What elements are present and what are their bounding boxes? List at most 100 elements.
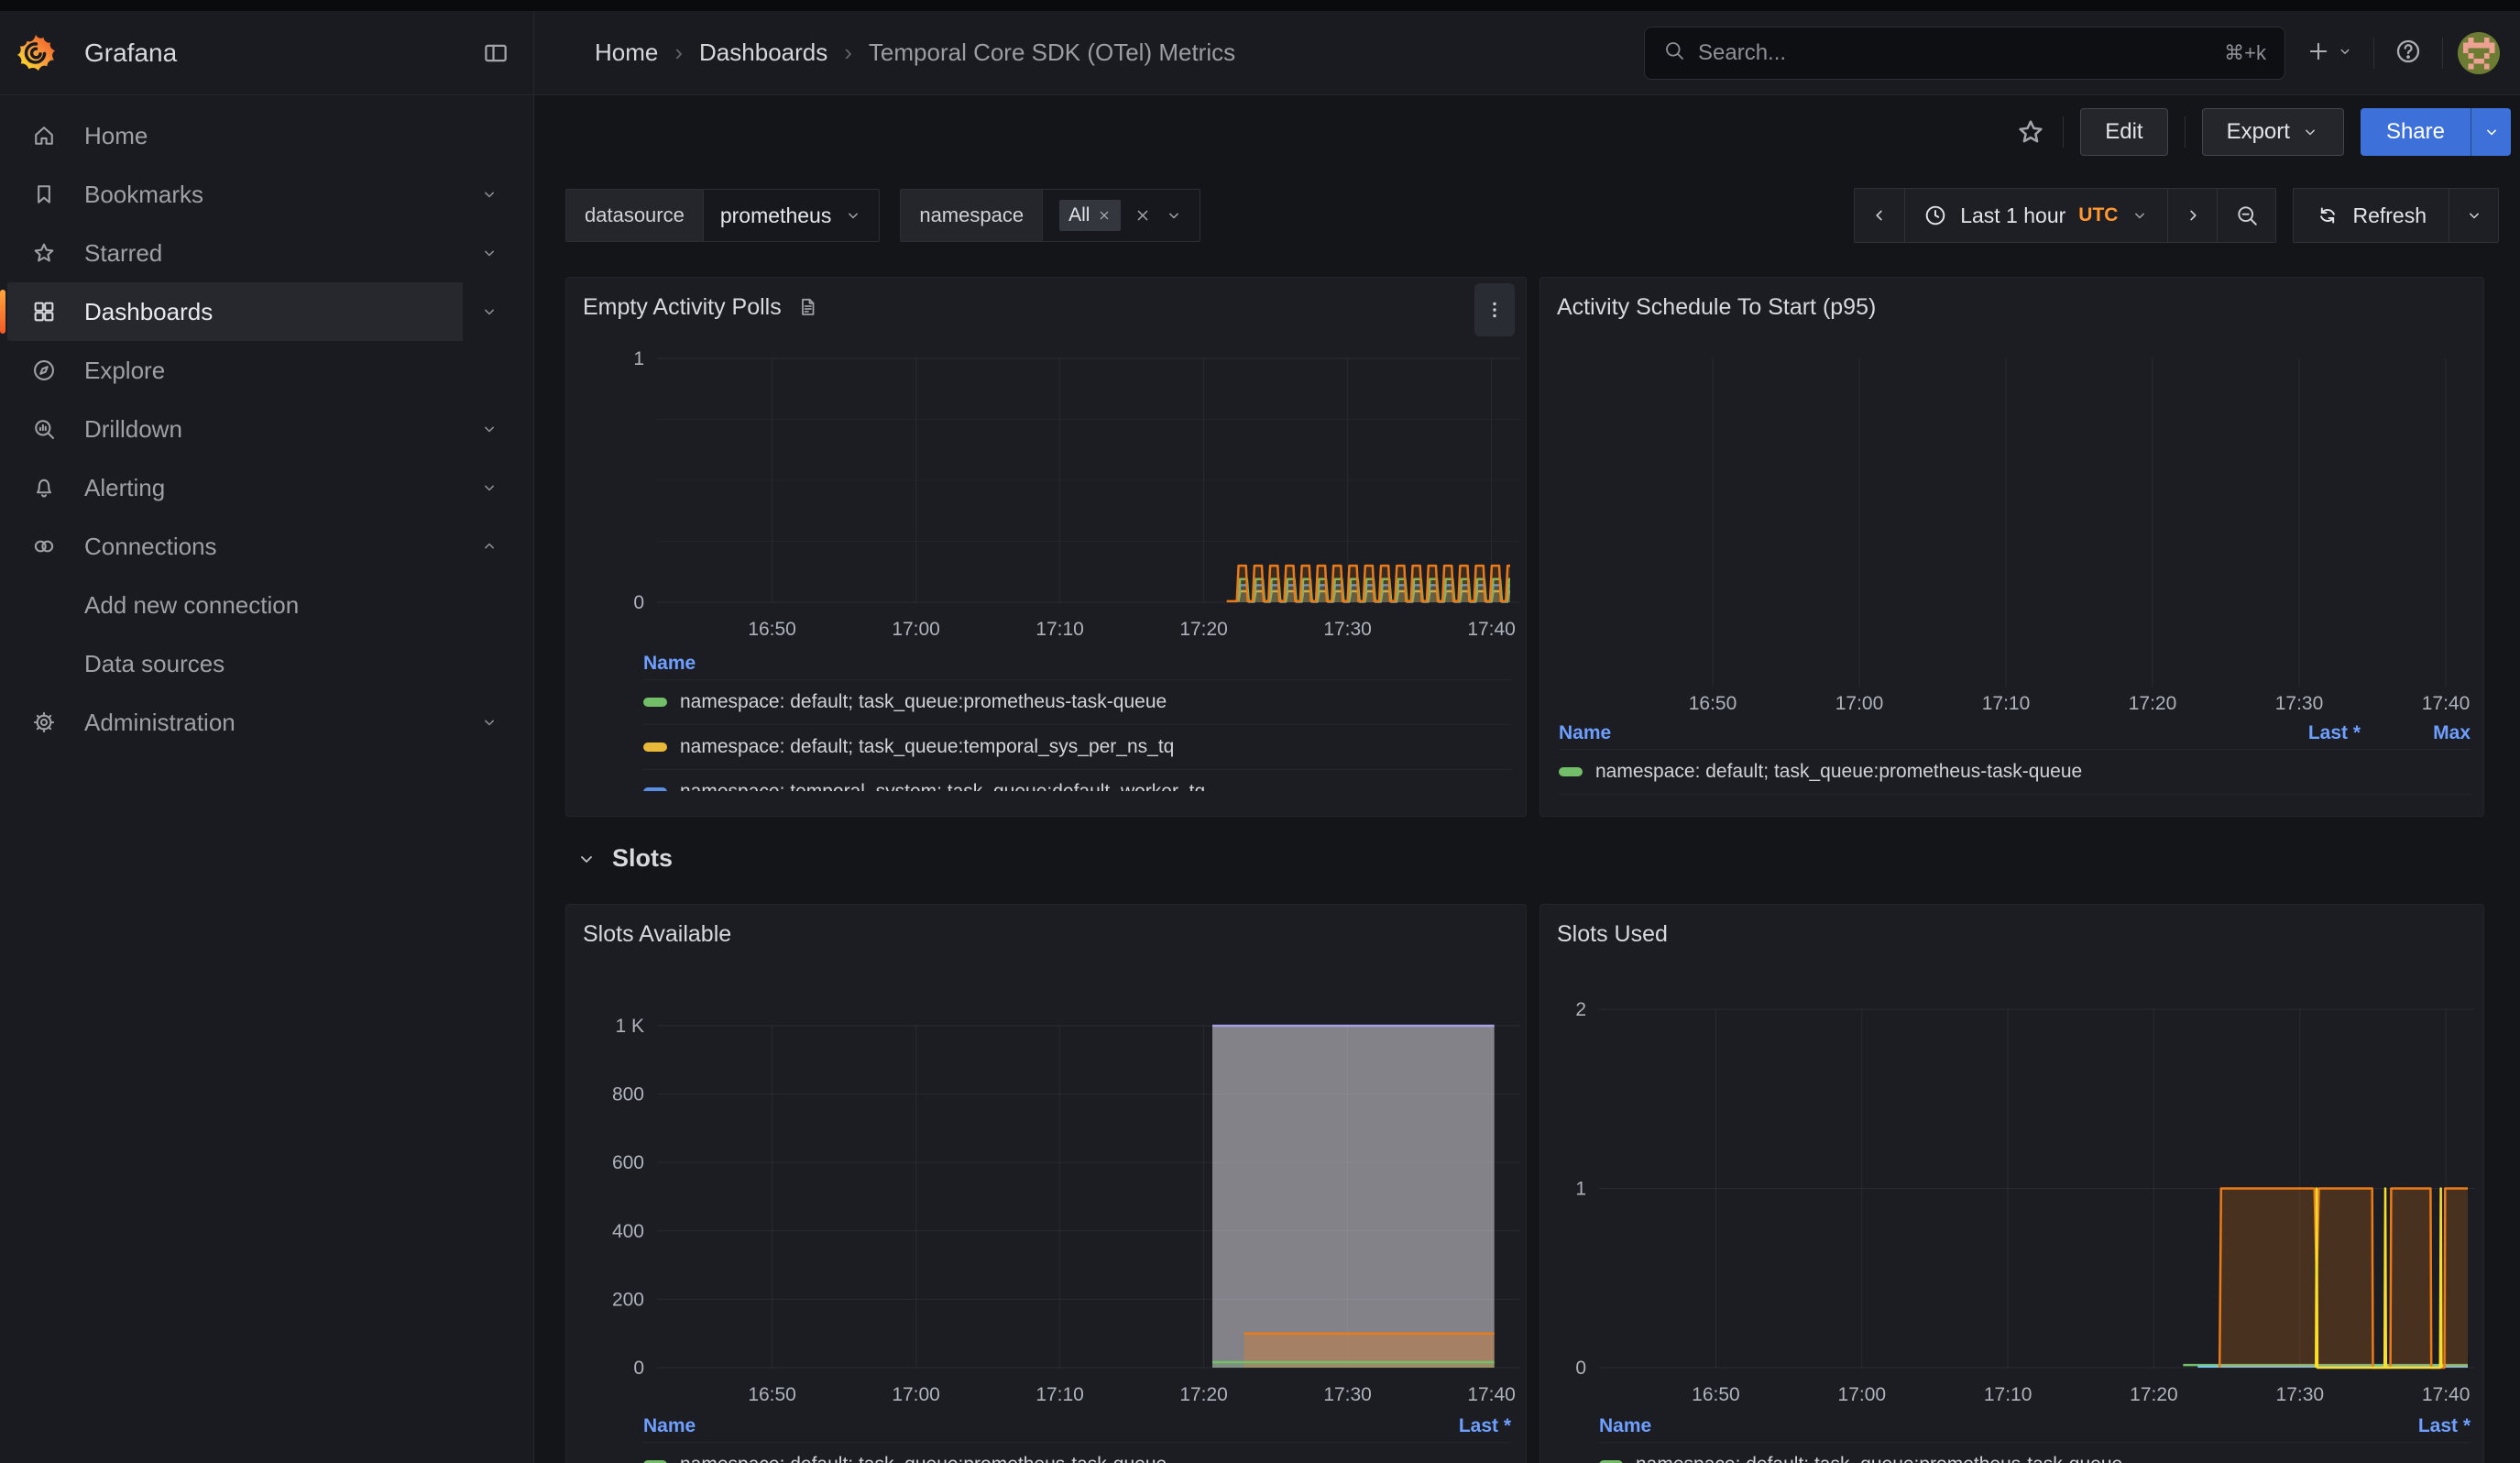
legend-rows: namespace: default; task_queue:prometheu… [1599, 1442, 2471, 1463]
legend-row[interactable]: namespace: temporal_system; task_queue:d… [643, 769, 1511, 791]
panel-description-icon[interactable] [796, 296, 818, 318]
favorite-star-button[interactable] [2015, 116, 2046, 148]
datasource-variable: datasource prometheus [565, 189, 880, 242]
time-range-group: Last 1 hour UTC [1854, 188, 2276, 243]
sidebar-item-add-new-connection[interactable]: Add new connection [7, 576, 526, 634]
chip-remove-icon[interactable] [1097, 208, 1112, 223]
breadcrumb-dashboards[interactable]: Dashboards [699, 38, 827, 67]
svg-text:0: 0 [633, 1358, 644, 1379]
window-top-strip [0, 0, 2520, 11]
legend-row[interactable]: namespace: default; task_queue:temporal_… [643, 724, 1511, 769]
legend-series-name[interactable]: namespace: default; task_queue:prometheu… [1636, 1454, 2122, 1463]
chevron-down-icon [480, 244, 499, 262]
legend-column-name[interactable]: Name [1559, 722, 2223, 744]
slots-section-toggle[interactable]: Slots [575, 844, 673, 873]
sidebar-item-label: Data sources [84, 650, 526, 678]
panel-header[interactable]: Activity Schedule To Start (p95) [1540, 278, 2483, 336]
divider [2442, 38, 2443, 69]
legend-row[interactable]: namespace: default; task_queue:prometheu… [1559, 749, 2471, 795]
variables-bar: datasource prometheus namespace All [565, 189, 2499, 242]
time-range-label: Last 1 hour [1960, 204, 2065, 228]
legend-swatch [643, 742, 667, 752]
panel-slots-used: Slots Used 16:5017:0017:1017:2017:3017:4… [1539, 904, 2484, 1463]
legend-series-name[interactable]: namespace: temporal_system; task_queue:d… [680, 781, 1205, 791]
panel-header[interactable]: Slots Available [566, 905, 1526, 963]
sidebar-item-starred[interactable]: Starred [7, 224, 526, 282]
legend-swatch [1559, 767, 1583, 776]
namespace-select[interactable]: All [1043, 190, 1200, 241]
legend-rows: namespace: default; task_queue:prometheu… [1559, 749, 2471, 795]
legend-column-max[interactable]: Max [2361, 722, 2471, 744]
svg-text:17:00: 17:00 [1835, 693, 1884, 714]
panel-header[interactable]: Empty Activity Polls [566, 278, 1526, 336]
svg-text:17:10: 17:10 [1982, 693, 2031, 714]
panel-header[interactable]: Slots Used [1540, 905, 2483, 963]
sidebar-item-data-sources[interactable]: Data sources [7, 634, 526, 693]
time-shift-back-button[interactable] [1855, 189, 1904, 242]
legend-column-name[interactable]: Name [1599, 1415, 2333, 1437]
panel-title: Activity Schedule To Start (p95) [1557, 294, 1876, 321]
sidebar-item-connections[interactable]: Connections [7, 517, 526, 576]
legend-column-last-[interactable]: Last * [2223, 722, 2361, 744]
svg-text:1: 1 [633, 348, 644, 369]
sidebar-item-explore[interactable]: Explore [7, 341, 526, 400]
edit-button[interactable]: Edit [2080, 108, 2167, 156]
legend-series-name[interactable]: namespace: default; task_queue:prometheu… [680, 691, 1167, 713]
svg-text:2: 2 [1575, 999, 1586, 1020]
sidebar-item-label: Connections [84, 533, 480, 561]
legend-series-name[interactable]: namespace: default; task_queue:prometheu… [1595, 761, 2082, 783]
namespace-chip[interactable]: All [1059, 200, 1121, 231]
brand-area: Grafana [0, 11, 534, 94]
grafana-logo-icon[interactable] [15, 32, 57, 74]
legend-swatch [643, 698, 667, 707]
zoom-out-button[interactable] [2217, 189, 2275, 242]
legend-column-last-[interactable]: Last * [2333, 1415, 2471, 1437]
help-button[interactable] [2389, 32, 2427, 73]
add-button[interactable] [2300, 33, 2359, 72]
section-title: Slots [612, 844, 673, 873]
legend-row[interactable]: namespace: default; task_queue:prometheu… [643, 679, 1511, 724]
legend-series-name[interactable]: namespace: default; task_queue:prometheu… [680, 1454, 1167, 1463]
sidebar-item-home[interactable]: Home [7, 106, 526, 165]
legend-row[interactable]: namespace: default; task_queue:prometheu… [1599, 1442, 2471, 1463]
refresh-button[interactable]: Refresh [2294, 189, 2449, 242]
sidebar-item-bookmarks[interactable]: Bookmarks [7, 165, 526, 224]
time-series-plot[interactable]: 16:5017:0017:1017:2017:3017:400200400600… [566, 905, 1526, 1463]
time-shift-forward-button[interactable] [2167, 189, 2217, 242]
legend-column-last-[interactable]: Last * [1374, 1415, 1511, 1437]
sidebar-collapse-icon[interactable] [482, 39, 509, 67]
legend-series-name[interactable]: namespace: default; task_queue:temporal_… [680, 736, 1174, 758]
svg-text:400: 400 [612, 1221, 644, 1242]
legend-row[interactable]: namespace: default; task_queue:prometheu… [643, 1442, 1511, 1463]
time-series-plot[interactable]: 16:5017:0017:1017:2017:3017:40012 [1540, 905, 2483, 1463]
plus-icon [2306, 38, 2331, 67]
drilldown-icon [31, 416, 59, 442]
sidebar-item-administration[interactable]: Administration [7, 693, 526, 752]
svg-text:17:40: 17:40 [1467, 619, 1516, 640]
search-input[interactable]: Search... ⌘+k [1644, 27, 2285, 80]
sidebar-item-alerting[interactable]: Alerting [7, 458, 526, 517]
svg-text:17:20: 17:20 [1179, 619, 1228, 640]
sidebar-item-label: Home [84, 122, 526, 150]
sidebar-item-dashboards[interactable]: Dashboards [7, 282, 526, 341]
panel-menu-button[interactable] [1474, 283, 1515, 336]
time-range-button[interactable]: Last 1 hour UTC [1904, 189, 2167, 242]
avatar[interactable] [2458, 32, 2500, 74]
export-button[interactable]: Export [2202, 108, 2344, 156]
share-button[interactable]: Share [2361, 108, 2471, 156]
svg-text:17:10: 17:10 [1984, 1384, 2032, 1405]
share-dropdown-button[interactable] [2471, 108, 2511, 156]
legend-column-name[interactable]: Name [643, 1415, 1374, 1437]
clear-selection-icon[interactable] [1134, 206, 1152, 225]
refresh-interval-button[interactable] [2449, 189, 2498, 242]
svg-text:17:20: 17:20 [2129, 693, 2177, 714]
time-controls: Last 1 hour UTC Refresh [1854, 188, 2499, 243]
breadcrumb-home[interactable]: Home [595, 38, 658, 67]
datasource-select[interactable]: prometheus [704, 190, 879, 241]
svg-text:17:00: 17:00 [892, 1384, 940, 1405]
sidebar-item-drilldown[interactable]: Drilldown [7, 400, 526, 458]
svg-text:600: 600 [612, 1152, 644, 1173]
series [1227, 566, 1510, 602]
legend-column-name[interactable]: Name [643, 653, 1511, 675]
series [2183, 1189, 2468, 1369]
